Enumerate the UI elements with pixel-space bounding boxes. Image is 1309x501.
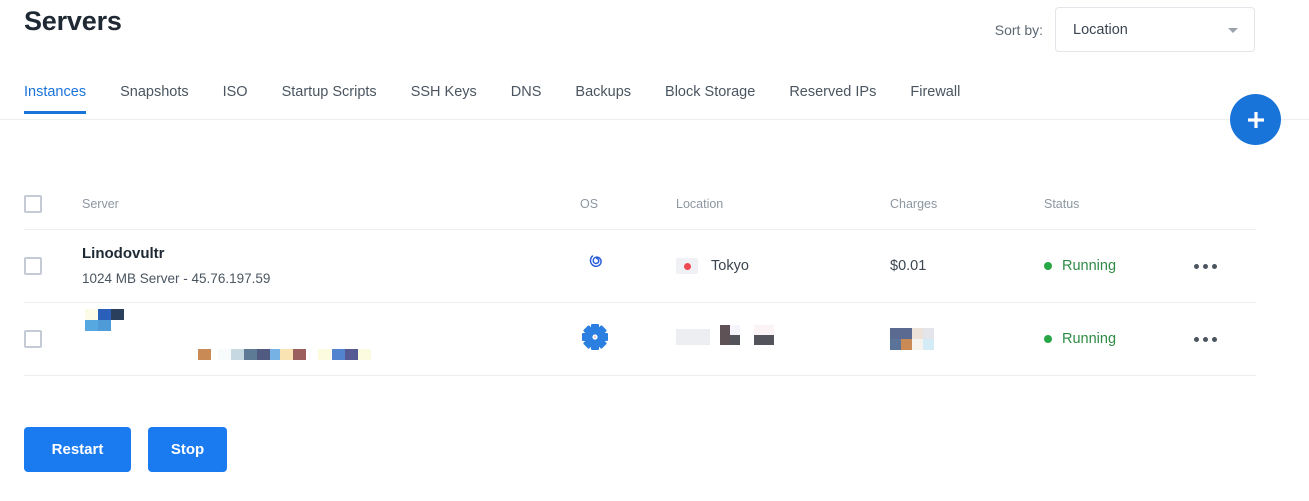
redaction-pixel <box>98 320 111 331</box>
tab-dns[interactable]: DNS <box>494 84 559 114</box>
sort-by-control: Sort by: Location <box>995 7 1255 52</box>
charges-cell <box>890 328 1044 350</box>
redaction-pixel <box>901 339 912 350</box>
sort-by-select[interactable]: Location <box>1055 7 1255 52</box>
row-actions-cell <box>1192 258 1256 275</box>
status-dot-icon <box>1044 335 1052 343</box>
redaction-pixel <box>98 309 111 320</box>
status-cell: Running <box>1044 258 1192 274</box>
redacted-server-name <box>82 309 580 363</box>
tab-startup-scripts[interactable]: Startup Scripts <box>265 84 394 114</box>
status-badge: Running <box>1062 258 1117 274</box>
status-cell: Running <box>1044 331 1192 347</box>
chevron-down-icon <box>1228 27 1238 33</box>
location-cell <box>676 325 890 351</box>
redaction-pixel <box>85 320 98 331</box>
redaction-block <box>754 325 774 345</box>
table-header-row: Server OS Location Charges Status <box>24 178 1256 230</box>
page-title: Servers <box>24 6 122 36</box>
row-select-cell <box>24 257 82 275</box>
instances-table: Server OS Location Charges Status Linodo… <box>24 178 1256 376</box>
status-badge: Running <box>1062 331 1117 347</box>
tab-ssh-keys[interactable]: SSH Keys <box>394 84 494 114</box>
server-subtitle: 1024 MB Server - 45.76.197.59 <box>82 271 271 287</box>
redaction-pixel <box>923 328 934 339</box>
charges-value: $0.01 <box>890 258 927 274</box>
kebab-menu-icon[interactable] <box>1192 331 1222 348</box>
os-cell <box>580 322 676 357</box>
row-checkbox[interactable] <box>24 330 42 348</box>
column-header-os: OS <box>580 196 599 211</box>
servers-page: Servers Sort by: Location Instances Snaps… <box>0 0 1309 501</box>
redaction-block <box>318 349 331 360</box>
tab-reserved-ips[interactable]: Reserved IPs <box>772 84 893 114</box>
server-cell: Linodovultr 1024 MB Server - 45.76.197.5… <box>82 245 580 287</box>
redacted-charges <box>890 328 1044 350</box>
tab-divider <box>0 119 1309 120</box>
location-name: Tokyo <box>711 258 749 274</box>
redaction-pixel <box>890 339 901 350</box>
page-header: Servers Sort by: Location <box>0 0 1309 70</box>
debian-swirl-icon <box>589 254 602 267</box>
sort-by-label: Sort by: <box>994 21 1043 38</box>
japan-flag-icon <box>676 258 698 274</box>
freebsd-flower-icon <box>582 323 608 350</box>
redaction-block <box>218 349 283 360</box>
server-cell <box>82 309 580 363</box>
redacted-location <box>676 325 796 351</box>
tab-bar: Instances Snapshots ISO Startup Scripts SSH … <box>24 84 977 114</box>
tab-block-storage[interactable]: Block Storage <box>648 84 772 114</box>
redaction-pixel <box>85 309 98 320</box>
column-header-status: Status <box>1044 196 1080 211</box>
select-all-cell <box>24 194 82 213</box>
row-actions-cell <box>1192 331 1256 348</box>
redaction-pixel <box>890 328 901 339</box>
bulk-actions: Restart Stop <box>24 427 227 472</box>
redaction-pixel <box>923 339 934 350</box>
sort-by-value: Location <box>1073 21 1128 38</box>
server-name[interactable]: Linodovultr <box>82 245 580 263</box>
redaction-block <box>676 329 710 345</box>
redaction-pixel <box>901 328 912 339</box>
redaction-block <box>280 349 306 360</box>
select-all-checkbox[interactable] <box>24 194 42 213</box>
redaction-pixel <box>912 339 923 350</box>
charges-cell: $0.01 <box>890 257 1044 275</box>
redaction-pixel <box>912 328 923 339</box>
restart-button[interactable]: Restart <box>24 427 131 472</box>
row-select-cell <box>24 330 82 348</box>
kebab-menu-icon[interactable] <box>1192 258 1222 275</box>
redaction-pixel <box>111 320 124 331</box>
column-header-charges: Charges <box>890 196 938 211</box>
location-cell: Tokyo <box>676 258 890 274</box>
os-cell <box>580 249 676 284</box>
row-checkbox[interactable] <box>24 257 42 275</box>
redaction-pixel <box>111 309 124 320</box>
column-header-location: Location <box>676 196 724 211</box>
redaction-block <box>720 325 740 345</box>
status-dot-icon <box>1044 262 1052 270</box>
table-row: Running <box>24 303 1256 376</box>
tab-instances[interactable]: Instances <box>24 84 103 114</box>
tab-snapshots[interactable]: Snapshots <box>103 84 206 114</box>
plus-icon <box>1247 111 1264 128</box>
tab-iso[interactable]: ISO <box>206 84 265 114</box>
table-row: Linodovultr 1024 MB Server - 45.76.197.5… <box>24 230 1256 303</box>
redaction-block <box>332 349 371 360</box>
column-header-server: Server <box>82 196 119 211</box>
stop-button[interactable]: Stop <box>148 427 227 472</box>
tab-firewall[interactable]: Firewall <box>893 84 977 114</box>
add-instance-button[interactable] <box>1230 94 1281 145</box>
tab-backups[interactable]: Backups <box>558 84 648 114</box>
redaction-block <box>198 349 211 360</box>
